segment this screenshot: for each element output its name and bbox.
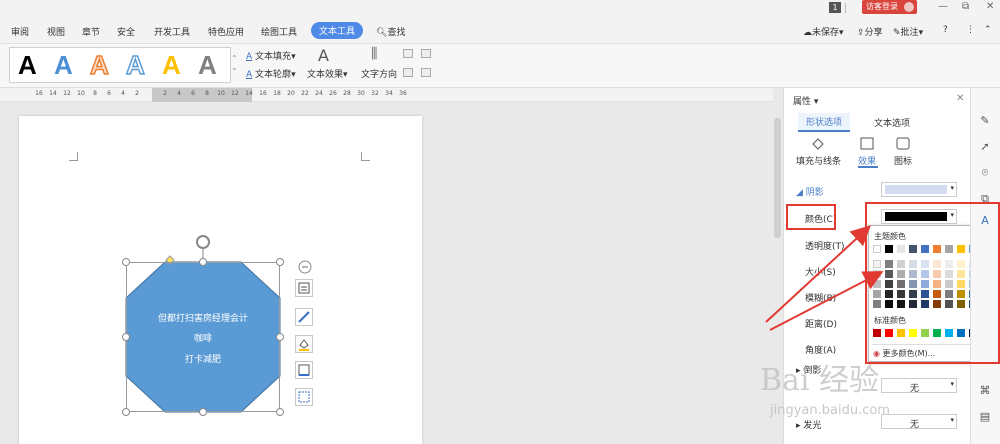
annotation-arrow — [769, 271, 884, 331]
watermark-url: jingyan.baidu.com — [770, 403, 890, 418]
annotation-arrow — [765, 225, 871, 323]
watermark-logo: Bai 经验 — [760, 363, 880, 398]
